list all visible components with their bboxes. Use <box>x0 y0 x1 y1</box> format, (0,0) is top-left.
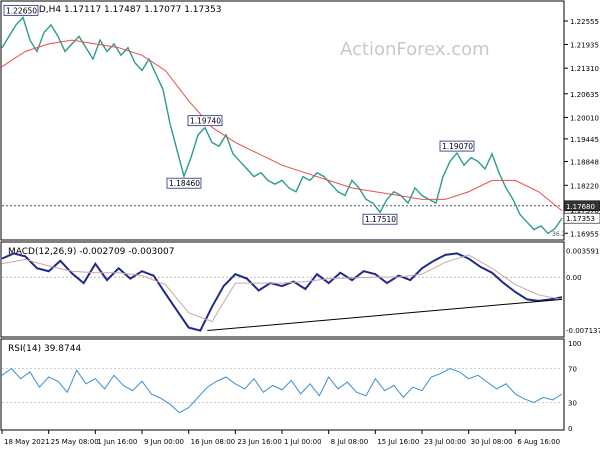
price-tick-label: 1.20010 <box>570 114 599 122</box>
price-tick-label: 1.22555 <box>570 18 599 26</box>
macd-tick-label: 0.00 <box>566 274 582 282</box>
price-header: EURUSD,H4 1.17117 1.17487 1.17077 1.1735… <box>8 5 221 15</box>
x-axis: 18 May 2021 25 May 08:001 Jun 16:00 9 Jun … <box>1 430 560 446</box>
price-panel-frame <box>0 0 565 241</box>
x-tick-label: 18 May 2021 <box>4 438 50 446</box>
x-tick-label: 15 Jul 16:00 <box>377 438 419 446</box>
annotation-label: 1.18460 <box>169 179 200 188</box>
rsi-panel-frame <box>0 338 565 431</box>
price-tick-label: 1.20635 <box>570 91 599 99</box>
rsi-tick-label: 70 <box>568 366 577 374</box>
rsi-panel: RSI(14) 39.8744 100 70 30 0 <box>0 338 581 433</box>
x-tick-label: 16 Jun 08:00 <box>191 438 235 446</box>
macd-header: MACD(12,26,9) -0.002709 -0.003007 <box>8 247 174 257</box>
level-label: 1.17353 <box>566 215 595 223</box>
annotation-label: 1.19070 <box>442 142 473 151</box>
level-label: 1.17680 <box>566 203 595 211</box>
x-tick-label: 1 Jul 00:00 <box>284 438 322 446</box>
price-tick-label: 1.21935 <box>570 41 599 49</box>
macd-panel: MACD(12,26,9) -0.002709 -0.003007 0.0035… <box>0 241 600 338</box>
watermark: ActionForex.com <box>340 39 490 60</box>
x-tick-label: 30 Jul 08:00 <box>471 438 513 446</box>
x-tick-label: 6 Aug 16:00 <box>517 438 560 446</box>
rsi-tick-label: 100 <box>568 340 581 348</box>
corner-note: 36.2 <box>552 231 566 238</box>
price-tick-label: 1.21310 <box>570 65 599 73</box>
x-tick-label: 23 Jul 00:00 <box>424 438 466 446</box>
x-tick-label: 23 Jun 16:00 <box>237 438 281 446</box>
price-tick-label: 1.19445 <box>570 136 599 144</box>
x-tick-label: 9 Jun 00:00 <box>144 438 184 446</box>
price-tick-label: 1.18220 <box>570 182 599 190</box>
rsi-tick-label: 0 <box>568 425 572 433</box>
price-panel: EURUSD,H4 1.17117 1.17487 1.17077 1.1735… <box>0 0 600 241</box>
annotation-label: 1.22650 <box>6 6 37 15</box>
x-tick-label: 8 Jul 08:00 <box>331 438 369 446</box>
x-tick-label: 25 May 08:00 <box>51 438 99 446</box>
macd-tick-label: 0.003591 <box>566 248 599 256</box>
annotation-label: 1.19740 <box>190 117 221 126</box>
price-tick-label: 1.16955 <box>570 230 599 238</box>
price-tick-label: 1.18848 <box>570 159 599 167</box>
x-tick-label: 1 Jun 16:00 <box>97 438 137 446</box>
rsi-tick-label: 30 <box>568 400 577 408</box>
annotation-label: 1.17510 <box>365 215 396 224</box>
forex-chart: EURUSD,H4 1.17117 1.17487 1.17077 1.1735… <box>0 0 600 446</box>
macd-tick-label: -0.007137 <box>566 327 600 335</box>
rsi-header: RSI(14) 39.8744 <box>8 344 81 354</box>
